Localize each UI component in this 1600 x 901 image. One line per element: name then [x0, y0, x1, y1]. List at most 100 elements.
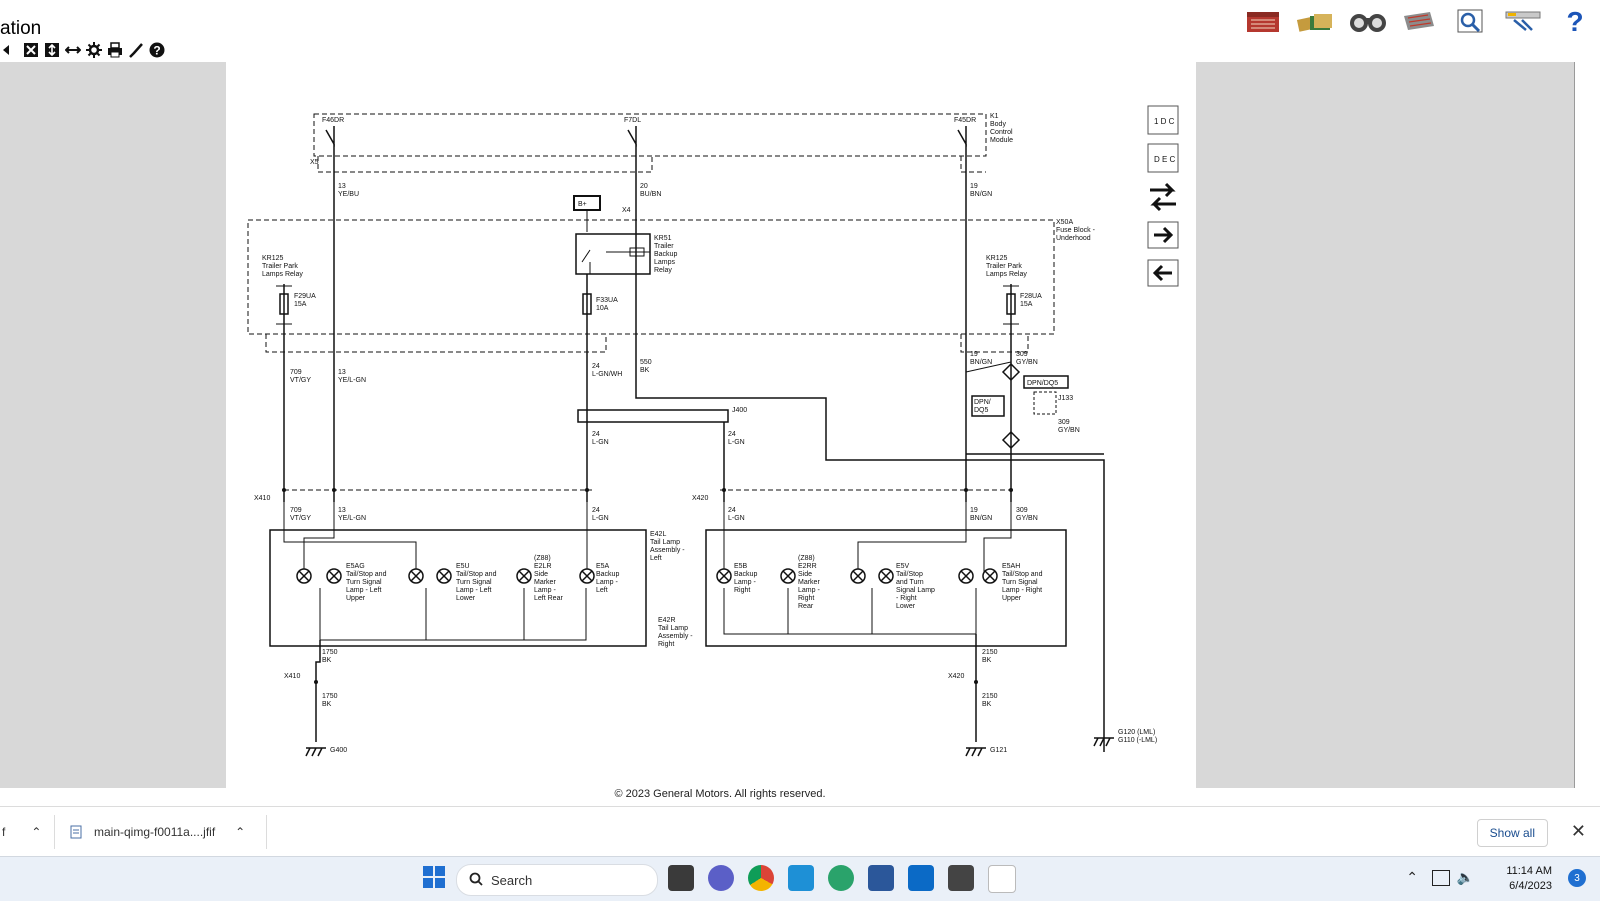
view-toolbar: ? [0, 40, 166, 60]
lamp-e5v-label: E5V Tail/Stop and Turn Signal Lamp - Right Lo… [896, 563, 935, 610]
help-icon[interactable]: ? [1556, 6, 1594, 36]
fuse-block-label: X50A Fuse Block -Underhood [1056, 219, 1096, 242]
x410-bot-label: X410 [284, 673, 300, 680]
remote-desktop-icon[interactable] [788, 865, 814, 891]
browser-icon[interactable] [828, 865, 854, 891]
help-icon[interactable]: ? [147, 40, 166, 59]
next-arrow-icon[interactable] [1147, 221, 1179, 249]
lamp-e5u-label: E5U Tail/Stop and Turn Signal Lamp - Left Lo… [456, 563, 497, 602]
wire-w17: 309 GY/BN [1016, 507, 1038, 522]
start-icon[interactable] [422, 865, 448, 891]
ground-g121-label: G121 [990, 747, 1007, 754]
taskbar-search[interactable]: Search [456, 864, 658, 896]
lamp-e5v-icon [850, 568, 894, 584]
show-all-button[interactable]: Show all [1476, 819, 1548, 847]
lamp-e2rr-icon [780, 568, 796, 584]
divider [266, 815, 267, 849]
bcm-pin-left: F46DR [322, 117, 344, 124]
tools-icon[interactable] [1504, 6, 1542, 36]
legend-2-icon[interactable]: D E C [1147, 143, 1179, 173]
chevron-up-icon[interactable]: ⌃ [1406, 869, 1418, 886]
wire-w1: 13 YE/BU [338, 183, 359, 198]
document-search-icon[interactable] [1452, 6, 1490, 36]
app-header: ation ? ? [0, 0, 1600, 62]
navigate-icon[interactable] [1150, 182, 1176, 212]
store-icon[interactable] [908, 865, 934, 891]
wire-w8: 19 BN/GN [970, 351, 992, 366]
clock-time: 11:14 AM [1506, 865, 1552, 877]
relay-right-label: KR125 Trailer Park Lamps Relay [986, 255, 1027, 278]
lamp-e5ag-icon [296, 568, 342, 584]
wire-w6: 24 L-GN/WH [592, 363, 622, 378]
relay-backup-label: KR51 Trailer Backup Lamps Relay [654, 235, 677, 274]
word-icon[interactable] [868, 865, 894, 891]
svg-text:?: ? [1566, 7, 1583, 35]
fit-height-icon[interactable] [42, 40, 61, 59]
wire-w9: 309 GY/BN [1016, 351, 1038, 366]
bcm-label: K1 Body Control Module [990, 113, 1013, 144]
search-icon [469, 872, 483, 889]
chrome-icon[interactable] [748, 865, 774, 891]
wire-w12: 709 VT/GY [290, 507, 311, 522]
home-icon[interactable] [1244, 6, 1282, 36]
ground-g120-label: G120 (LML) G110 (-LML) [1118, 729, 1157, 744]
x410-top-label: X410 [254, 495, 270, 502]
wire-w21: 2150 BK [982, 649, 998, 664]
bcm-conn-x4: X4 [622, 207, 631, 214]
taskbar: Search ⌃ 🔈 11:14 AM 6/4/2023 3 [0, 856, 1600, 901]
calculator-app-icon[interactable] [948, 865, 974, 891]
lamp-e5u-icon [408, 568, 452, 584]
wire-w7: 550 BK [640, 359, 652, 374]
x420-bot-label: X420 [948, 673, 964, 680]
wire-w3: 19 BN/GN [970, 183, 992, 198]
clock[interactable]: 11:14 AM 6/4/2023 [1506, 864, 1552, 894]
dpn-right-label: DPN/DQ5 [1027, 380, 1058, 387]
wire-w22: 2150 BK [982, 693, 998, 708]
download-item-partial[interactable]: f ⌃ [2, 807, 41, 857]
fit-window-icon[interactable] [21, 40, 40, 59]
calculator-icon[interactable] [1400, 6, 1438, 36]
wire-w2: 20 BU/BN [640, 183, 661, 198]
splice-j400 [577, 409, 729, 423]
wire-w5: 13 YE/L-GN [338, 369, 366, 384]
fuse-block-outline [247, 219, 1055, 335]
lamp-e5ah-icon [958, 568, 998, 584]
highlight-icon[interactable] [126, 40, 145, 59]
taskbar-search-label: Search [491, 872, 533, 888]
wire-w14: 24 L-GN [592, 507, 609, 522]
close-icon[interactable]: ✕ [1571, 821, 1586, 842]
notification-badge[interactable]: 3 [1568, 869, 1586, 887]
svg-text:D E C: D E C [1154, 155, 1176, 164]
download-item-partial-label: f [2, 825, 6, 839]
settings-icon[interactable] [84, 40, 103, 59]
top-toolbar: ? [1244, 6, 1594, 36]
wire-w19: 1750 BK [322, 649, 338, 664]
download-item[interactable]: main-qimg-f0011a....jfif ⌃ [70, 807, 245, 857]
manuals-icon[interactable] [1296, 6, 1334, 36]
app-title: ation [0, 18, 42, 39]
print-icon[interactable] [105, 40, 124, 59]
volume-icon[interactable]: 🔈 [1457, 869, 1474, 886]
clock-date: 6/4/2023 [1509, 880, 1552, 892]
lamp-e5b-icon [716, 568, 732, 584]
chevron-up-icon[interactable]: ⌃ [235, 825, 245, 839]
dpn-left-label: DPN/DQ5 [974, 399, 991, 414]
copyright-text: © 2023 General Motors. All rights reserv… [614, 788, 826, 800]
chevron-up-icon[interactable]: ⌃ [31, 825, 41, 839]
ground-g400-label: G400 [330, 747, 347, 754]
teams-chat-icon[interactable] [708, 865, 734, 891]
pane-divider [1574, 62, 1575, 788]
legend-icon[interactable]: 1 D C [1147, 105, 1179, 135]
wiring-diagram: F46DR F7DL F45DR X5 X4 K1 Body Control Modu… [226, 62, 1196, 788]
drawing-app-icon[interactable] [988, 865, 1016, 893]
network-icon[interactable] [1432, 870, 1450, 886]
download-item-label: main-qimg-f0011a....jfif [94, 825, 216, 839]
task-view-icon[interactable] [668, 865, 694, 891]
prev-arrow-icon[interactable] [1147, 259, 1179, 287]
wire-w13: 13 YE/L-GN [338, 507, 366, 522]
bcm-pin-mid: F7DL [624, 117, 641, 124]
wire-w18: 309 GY/BN [1058, 419, 1080, 434]
fit-icon[interactable] [0, 40, 19, 59]
search-binoculars-icon[interactable] [1348, 6, 1386, 36]
fit-width-icon[interactable] [63, 40, 82, 59]
